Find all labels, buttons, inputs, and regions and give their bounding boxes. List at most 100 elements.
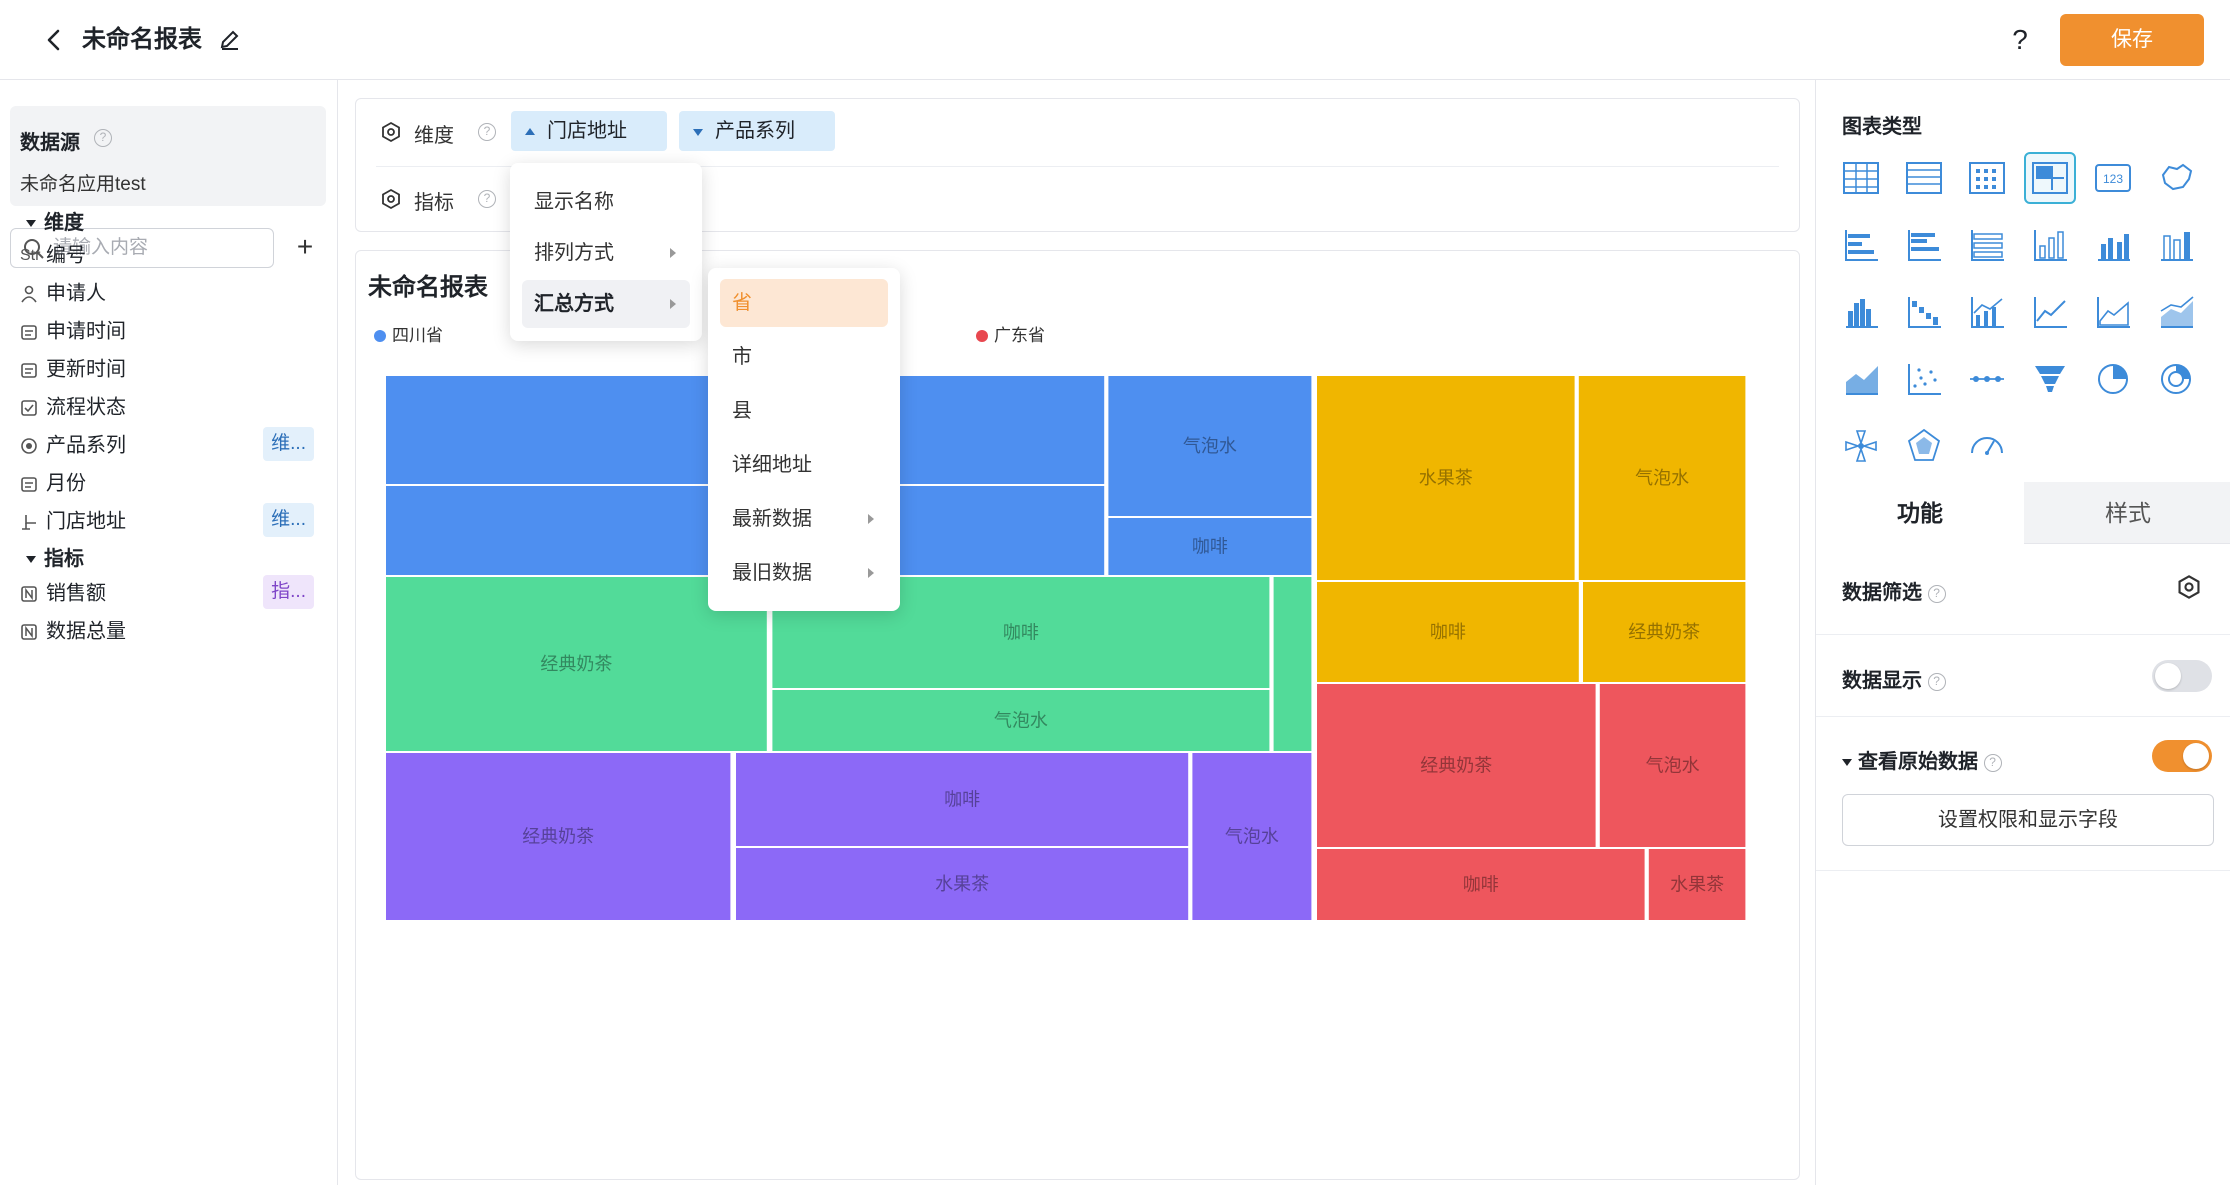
gauge-chart-icon[interactable] bbox=[1961, 420, 2013, 472]
chart-card: 未命名报表 四川省 广东省 气泡水 咖啡 经典奶茶 咖啡 气泡水 经典奶茶 咖啡 水果茶 气泡水… bbox=[355, 250, 1800, 1180]
column-stacked-chart-icon[interactable] bbox=[2150, 219, 2202, 271]
wind-rose-chart-icon[interactable] bbox=[1835, 420, 1887, 472]
measure-tag: 指... bbox=[263, 575, 314, 609]
field-item[interactable]: 产品系列 维... bbox=[20, 427, 330, 463]
calendar-icon bbox=[20, 466, 44, 502]
datasource-name: 未命名应用test bbox=[20, 174, 146, 195]
menu-item-display-name[interactable]: 显示名称 bbox=[522, 178, 690, 226]
map-chart-icon[interactable] bbox=[2150, 152, 2202, 204]
measure-section-header[interactable]: 指标 bbox=[26, 542, 84, 571]
chip-dropdown-menu: 显示名称 排列方式 汇总方式 bbox=[510, 163, 702, 341]
menu-item-sort[interactable]: 排列方式 bbox=[522, 229, 690, 277]
field-item[interactable]: Str 编号 bbox=[20, 237, 330, 273]
caret-down-icon bbox=[1842, 759, 1852, 767]
treemap-cell-label: 经典奶茶 bbox=[1628, 622, 1700, 642]
chart-type-title: 图表类型 bbox=[1842, 116, 1922, 138]
field-item[interactable]: 申请人 bbox=[20, 275, 330, 311]
report-title: 未命名报表 bbox=[82, 26, 202, 53]
column-grouped-chart-icon[interactable] bbox=[2087, 219, 2139, 271]
histogram-chart-icon[interactable] bbox=[1835, 286, 1887, 338]
submenu-item-province[interactable]: 省 bbox=[720, 279, 888, 327]
data-filter-row: 数据筛选 ? bbox=[1842, 576, 2212, 605]
column-chart-icon[interactable] bbox=[2024, 219, 2076, 271]
legend-item[interactable]: 四川省 bbox=[374, 321, 443, 346]
help-icon[interactable]: ? bbox=[1927, 672, 1946, 691]
pivot-table-chart-icon[interactable] bbox=[1961, 152, 2013, 204]
location-icon bbox=[20, 504, 44, 540]
measure-label: 指标 bbox=[414, 192, 454, 214]
field-item[interactable]: 月份 bbox=[20, 465, 330, 501]
tab-style[interactable]: 样式 bbox=[2024, 482, 2230, 544]
field-item[interactable]: 销售额 指... bbox=[20, 575, 330, 611]
submenu-item-oldest[interactable]: 最旧数据 bbox=[720, 549, 888, 597]
submenu-item-city[interactable]: 市 bbox=[720, 333, 888, 381]
combo-chart-icon[interactable] bbox=[1961, 286, 2013, 338]
data-display-toggle[interactable] bbox=[2152, 660, 2212, 692]
field-item[interactable]: 门店地址 维... bbox=[20, 503, 330, 539]
treemap-cell-label: 咖啡 bbox=[1192, 537, 1228, 557]
waterfall-chart-icon[interactable] bbox=[1898, 286, 1950, 338]
treemap-cell-label: 水果茶 bbox=[1419, 468, 1473, 488]
treemap-cell-label: 经典奶茶 bbox=[540, 654, 612, 674]
datasource-card[interactable]: 数据源 ? 未命名应用test bbox=[10, 106, 326, 206]
timeline-chart-icon[interactable] bbox=[1961, 353, 2013, 405]
back-icon[interactable] bbox=[40, 22, 70, 58]
set-permissions-button[interactable]: 设置权限和显示字段 bbox=[1842, 794, 2214, 846]
submenu-item-detail-address[interactable]: 详细地址 bbox=[720, 441, 888, 489]
view-raw-data-toggle[interactable] bbox=[2152, 740, 2212, 772]
tab-function[interactable]: 功能 bbox=[1816, 482, 2024, 544]
treemap-cell[interactable] bbox=[1273, 577, 1312, 751]
bar-horizontal-grouped-chart-icon[interactable] bbox=[1898, 219, 1950, 271]
submenu-item-latest[interactable]: 最新数据 bbox=[720, 495, 888, 543]
help-icon[interactable]: ? bbox=[478, 123, 496, 141]
dimension-chip-product-series[interactable]: 产品系列 bbox=[679, 111, 835, 151]
legend-item[interactable]: 广东省 bbox=[976, 321, 1045, 346]
edit-icon[interactable] bbox=[216, 26, 244, 54]
field-item[interactable]: 流程状态 bbox=[20, 389, 330, 425]
area-stacked-percent-chart-icon[interactable] bbox=[1835, 353, 1887, 405]
treemap-cell-label: 气泡水 bbox=[1635, 468, 1689, 488]
field-item[interactable]: 申请时间 bbox=[20, 313, 330, 349]
radar-chart-icon[interactable] bbox=[1898, 420, 1950, 472]
submenu-item-county[interactable]: 县 bbox=[720, 387, 888, 435]
chevron-right-icon bbox=[670, 299, 676, 309]
bar-horizontal-stacked-chart-icon[interactable] bbox=[1961, 219, 2013, 271]
dimension-chip-store-address[interactable]: 门店地址 bbox=[511, 111, 667, 151]
person-icon bbox=[20, 276, 44, 312]
dimension-label: 维度 bbox=[414, 125, 454, 147]
dimension-section-header[interactable]: 维度 bbox=[26, 206, 84, 235]
top-bar: 未命名报表 ? 保存 bbox=[0, 0, 2230, 80]
help-icon[interactable]: ? bbox=[94, 129, 112, 147]
treemap-cell-label: 气泡水 bbox=[1183, 436, 1237, 456]
area-chart-icon[interactable] bbox=[2087, 286, 2139, 338]
number-icon bbox=[20, 614, 44, 650]
help-icon[interactable]: ? bbox=[1927, 584, 1946, 603]
menu-item-aggregation[interactable]: 汇总方式 bbox=[522, 280, 690, 328]
funnel-chart-icon[interactable] bbox=[2024, 353, 2076, 405]
bar-horizontal-chart-icon[interactable] bbox=[1835, 219, 1887, 271]
calendar-icon bbox=[20, 314, 44, 350]
treemap-chart-icon[interactable] bbox=[2024, 152, 2076, 204]
treemap-cell-label: 气泡水 bbox=[1225, 827, 1279, 847]
field-item[interactable]: 数据总量 bbox=[20, 613, 330, 649]
treemap-cell-label: 经典奶茶 bbox=[1420, 756, 1492, 776]
pie-chart-icon[interactable] bbox=[2087, 353, 2139, 405]
field-item[interactable]: 更新时间 bbox=[20, 351, 330, 387]
dimension-tag: 维... bbox=[263, 503, 314, 537]
stacked-area-chart-icon[interactable] bbox=[2150, 286, 2202, 338]
table-chart-icon[interactable] bbox=[1835, 152, 1887, 204]
kpi-number-chart-icon[interactable]: 123 bbox=[2087, 152, 2139, 204]
help-icon[interactable]: ? bbox=[478, 190, 496, 208]
divider bbox=[1816, 716, 2230, 717]
save-button[interactable]: 保存 bbox=[2060, 14, 2204, 66]
filter-settings-icon[interactable] bbox=[2176, 574, 2202, 600]
calendar-icon bbox=[20, 352, 44, 388]
help-icon[interactable]: ? bbox=[1983, 753, 2002, 772]
scatter-chart-icon[interactable] bbox=[1898, 353, 1950, 405]
settings-panel: 图表类型 123 功能 样式 数据筛选 ? 数据显示 ? 查看原始数据 ? 设置… bbox=[1815, 80, 2230, 1185]
donut-chart-icon[interactable] bbox=[2150, 353, 2202, 405]
line-chart-icon[interactable] bbox=[2024, 286, 2076, 338]
help-icon[interactable]: ? bbox=[2000, 18, 2040, 62]
chevron-right-icon bbox=[670, 248, 676, 258]
list-table-chart-icon[interactable] bbox=[1898, 152, 1950, 204]
